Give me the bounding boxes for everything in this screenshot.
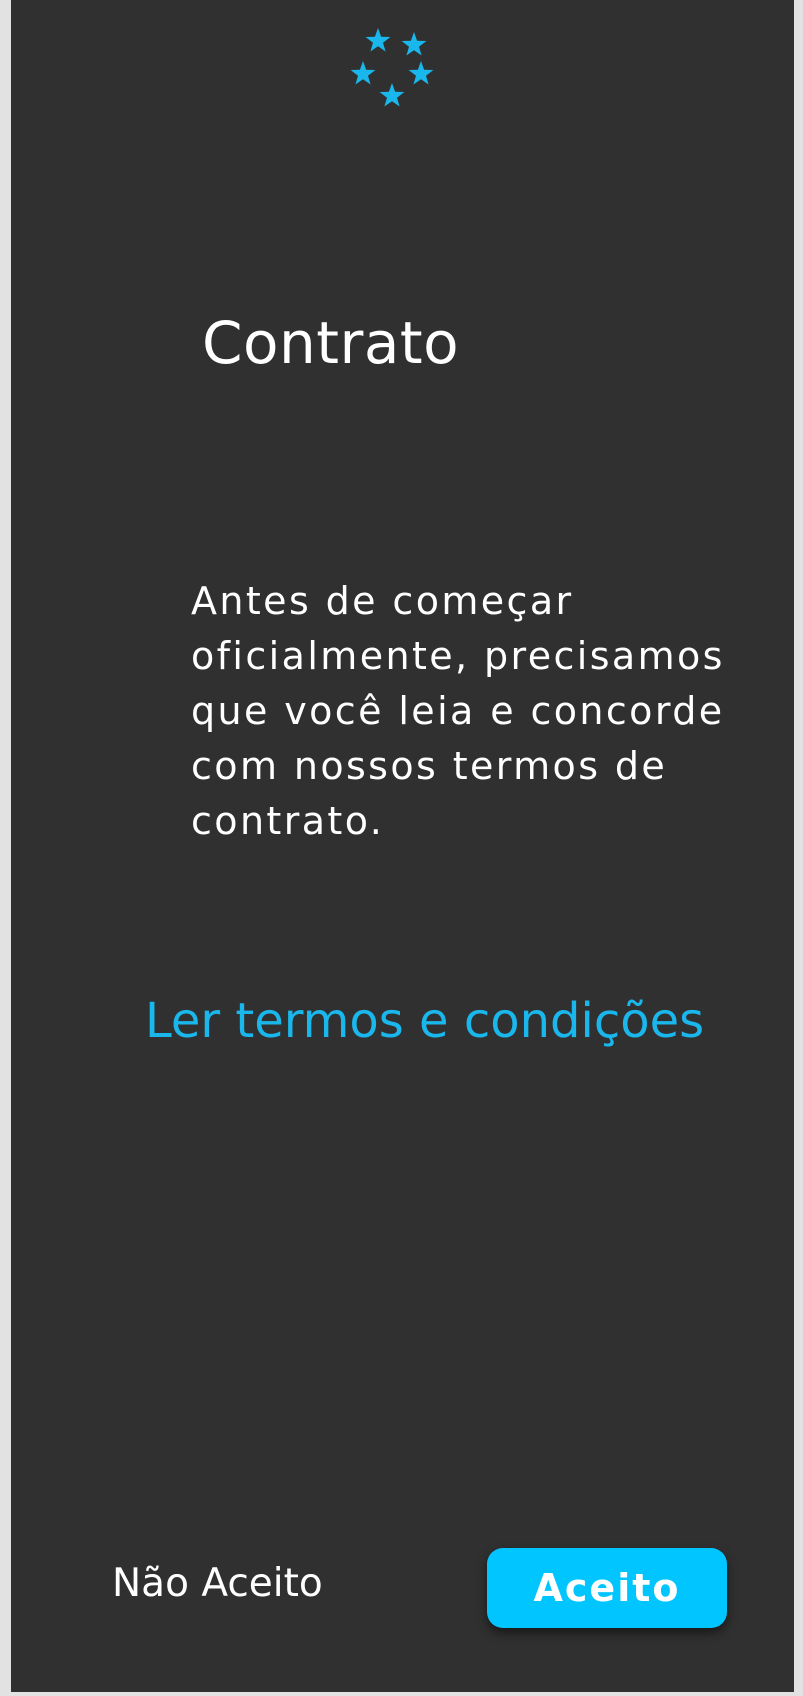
read-terms-link[interactable]: Ler termos e condições <box>145 990 704 1052</box>
accept-button[interactable]: Aceito <box>487 1548 727 1628</box>
page-title: Contrato <box>202 309 460 377</box>
decline-button[interactable]: Não Aceito <box>112 1554 323 1614</box>
five-stars-icon <box>338 20 438 115</box>
intro-text: Antes de começar oficialmente, precisamo… <box>191 579 725 843</box>
contract-screen: Contrato Antes de começar oficialmente, … <box>11 0 794 1692</box>
